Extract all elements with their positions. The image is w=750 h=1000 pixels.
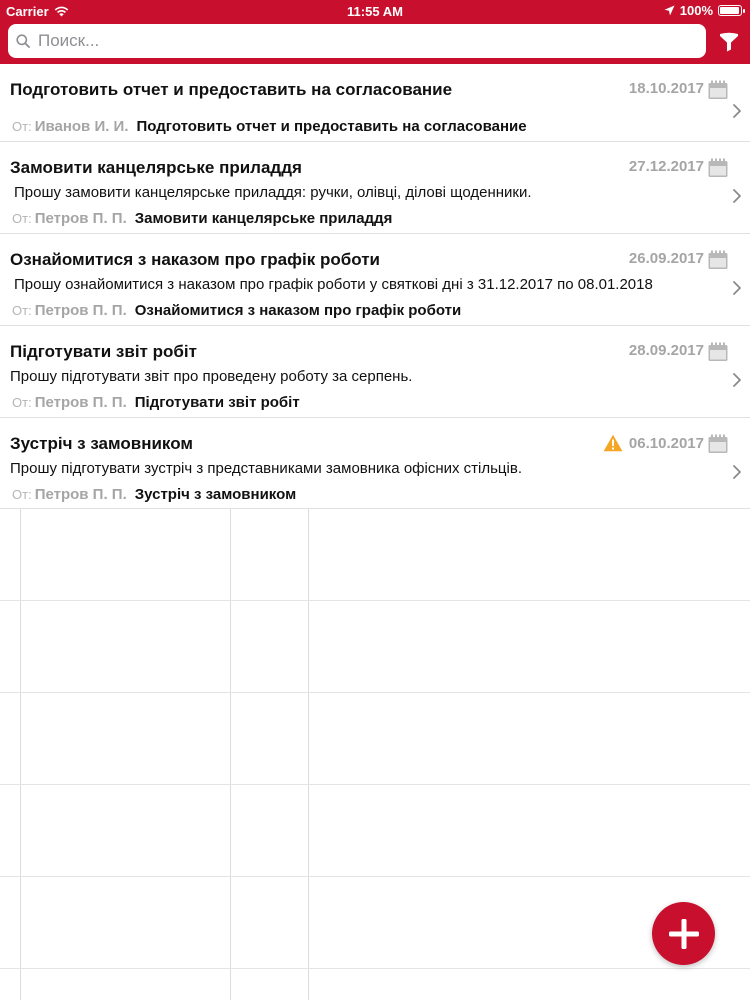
task-from: От: Петров П. П. Ознайомитися з наказом … [12,302,461,319]
status-bar: Carrier 11:55 AM 100% [0,0,750,22]
task-description: Прошу підготувати зустріч з представника… [10,460,522,477]
chevron-right-icon [733,373,741,387]
from-label: От: [12,303,32,318]
search-bar[interactable] [8,24,706,58]
search-icon [16,34,30,48]
task-date: 26.09.2017 [628,250,704,267]
grid-line [0,692,750,693]
filter-icon [720,32,738,52]
filter-button[interactable] [716,28,742,56]
task-title: Зустріч з замовником [10,434,193,453]
battery-percent: 100% [679,3,713,18]
task-description: Прошу ознайомитися з наказом про графік … [14,276,653,293]
calendar-icon [708,250,728,269]
task-date-wrap: 26.09.2017 [629,250,704,267]
chevron-right-icon [733,189,741,203]
from-name: Иванов И. И. [34,118,129,135]
from-label: От: [12,487,32,502]
task-subject: Ознайомитися з наказом про графік роботи [134,302,462,319]
calendar-icon [708,434,728,453]
add-task-button[interactable] [652,902,715,965]
chevron-right-icon [733,104,741,118]
from-label: От: [12,395,32,410]
battery-icon [718,5,745,16]
calendar-icon [708,80,728,99]
grid-line [0,784,750,785]
task-from: От: Петров П. П. Підготувати звіт робіт [12,394,300,411]
task-description: Прошу замовити канцелярське приладдя: ру… [14,184,532,201]
warning-icon [603,434,623,452]
grid-line [0,876,750,877]
chevron-right-icon [733,281,741,295]
grid-line [0,600,750,601]
from-label: От: [12,211,32,226]
task-from: От: Петров П. П. Замовити канцелярське п… [12,210,392,227]
header-bar: Carrier 11:55 AM 100% [0,0,750,64]
location-arrow-icon [664,5,675,16]
calendar-icon [708,342,728,361]
task-date-wrap: 27.12.2017 [629,158,704,175]
task-title: Ознайомитися з наказом про графік роботи [10,250,380,269]
grid-line [0,968,750,969]
task-subject: Зустріч з замовником [134,486,297,503]
task-date-wrap: 18.10.2017 [629,80,704,97]
task-list: Подготовить отчет и предоставить на согл… [0,64,750,509]
from-name: Петров П. П. [34,486,127,503]
task-subject: Замовити канцелярське приладдя [134,210,393,227]
task-date: 06.10.2017 [628,434,704,452]
task-row[interactable]: Ознайомитися з наказом про графік роботи… [0,234,750,326]
task-subject: Підготувати звіт робіт [134,394,300,411]
task-row[interactable]: Підготувати звіт робіт 28.09.2017 Прошу … [0,326,750,418]
status-time: 11:55 AM [347,4,403,19]
task-title: Подготовить отчет и предоставить на согл… [10,80,453,99]
task-row[interactable]: Замовити канцелярське приладдя 27.12.201… [0,142,750,234]
task-row[interactable]: Зустріч з замовником 06.10.2017 Прошу пі… [0,418,750,509]
task-from: От: Иванов И. И. Подготовить отчет и пре… [12,118,527,135]
task-title: Підготувати звіт робіт [10,342,197,361]
battery-fill [720,7,739,14]
task-date-wrap: 28.09.2017 [629,342,704,359]
search-input[interactable] [36,30,680,52]
from-name: Петров П. П. [34,302,127,319]
plus-icon [668,918,699,949]
calendar-icon [708,158,728,177]
task-from: От: Петров П. П. Зустріч з замовником [12,486,296,503]
from-name: Петров П. П. [34,394,127,411]
status-right: 100% [664,3,745,18]
task-description: Прошу підготувати звіт про проведену роб… [10,368,413,385]
task-title: Замовити канцелярське приладдя [10,158,302,177]
task-date-wrap: 06.10.2017 [603,434,704,452]
task-subject: Подготовить отчет и предоставить на согл… [136,118,527,135]
from-label: От: [12,119,32,134]
task-date: 18.10.2017 [628,80,704,97]
chevron-right-icon [733,465,741,479]
from-name: Петров П. П. [34,210,127,227]
task-date: 28.09.2017 [628,342,704,359]
app-screen: Carrier 11:55 AM 100% Поиск... Подготови… [0,0,750,1000]
task-date: 27.12.2017 [628,158,704,175]
task-row[interactable]: Подготовить отчет и предоставить на согл… [0,64,750,142]
